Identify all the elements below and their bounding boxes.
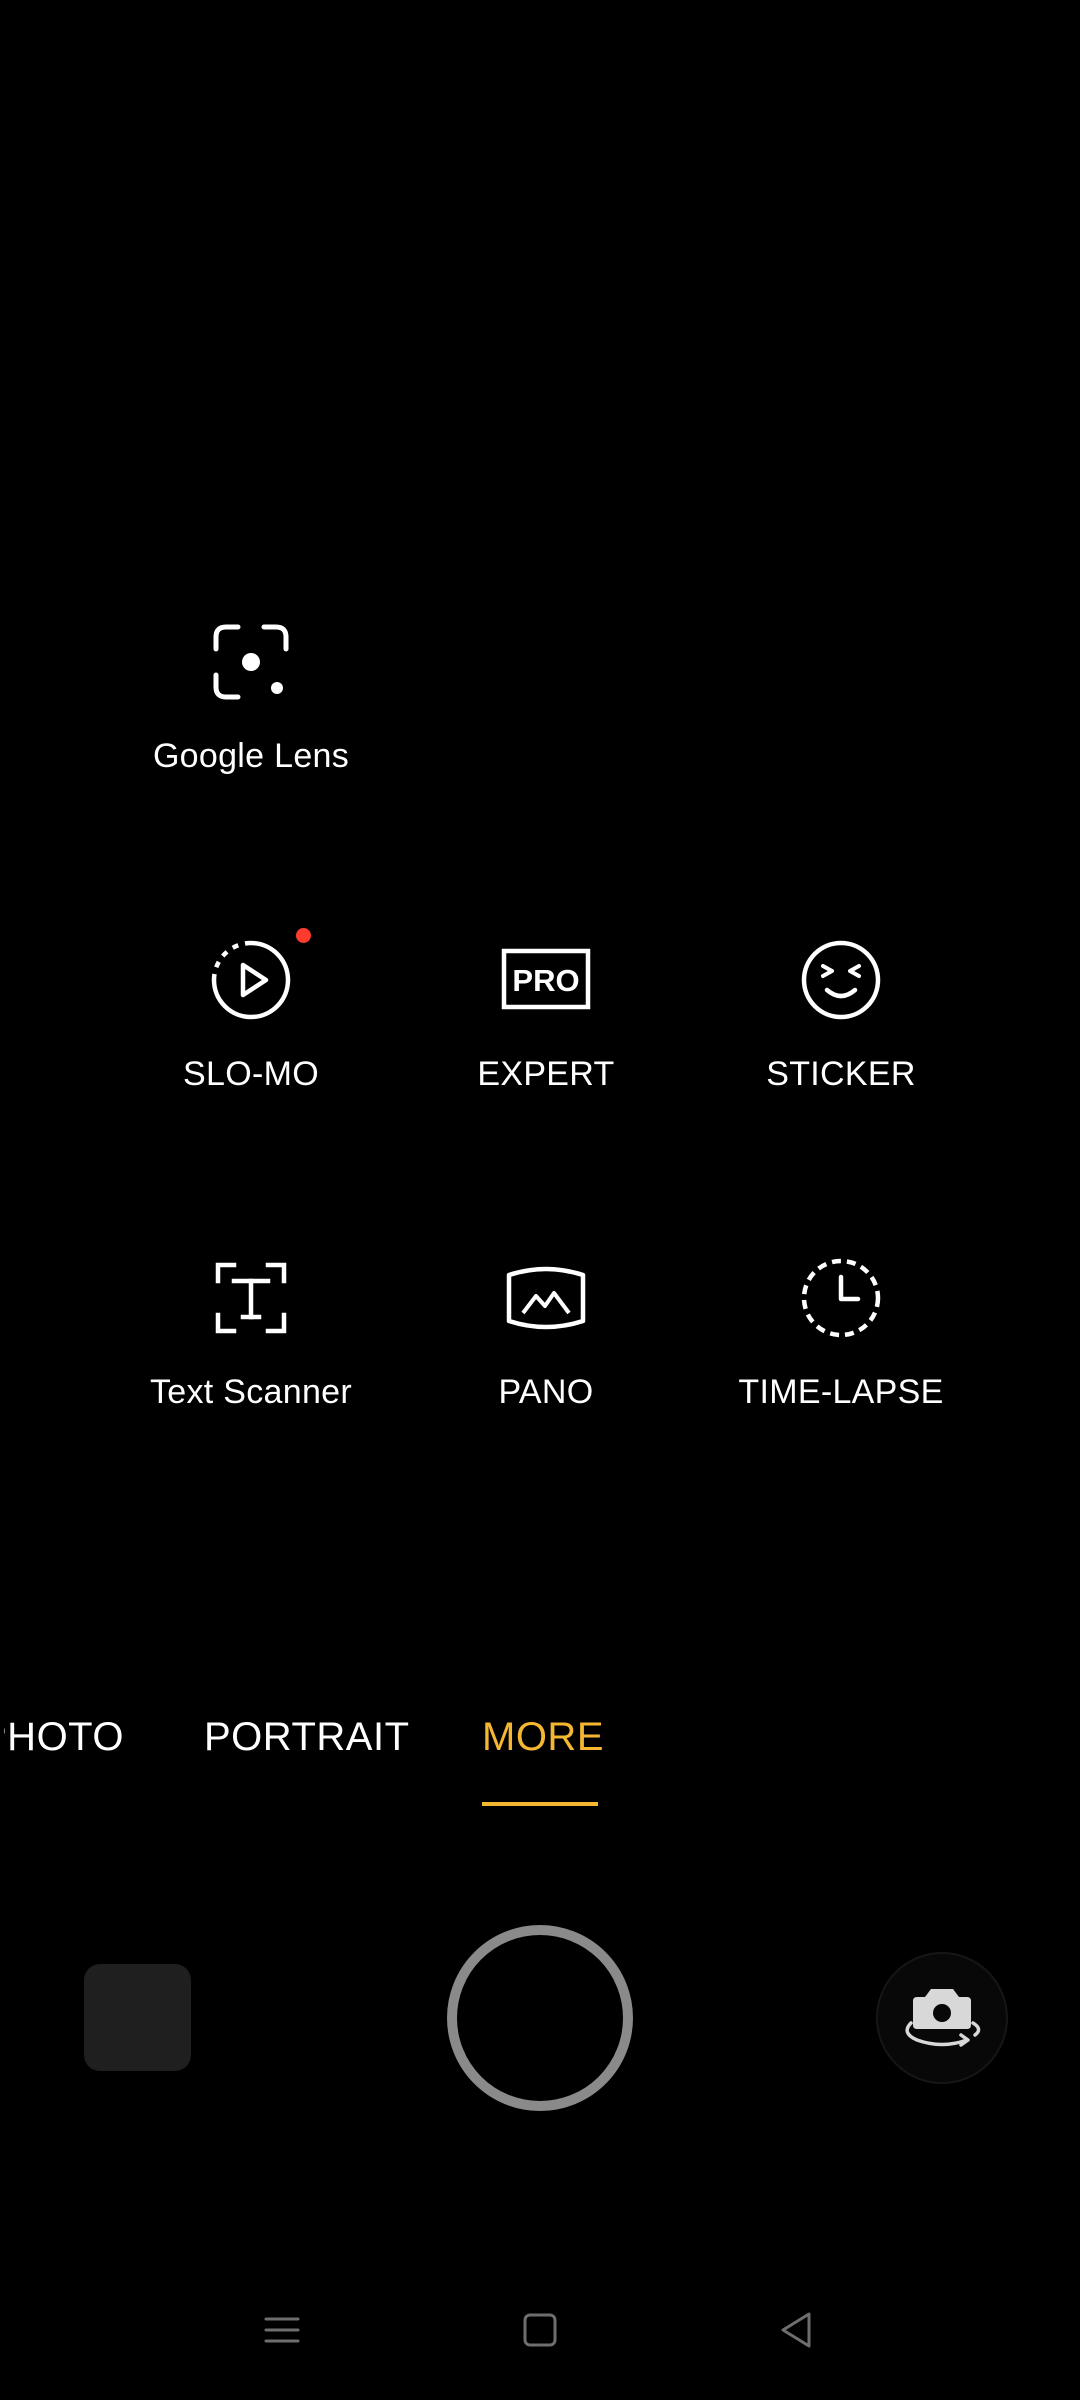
pano-icon: [501, 1253, 591, 1343]
mode-label: PANO: [498, 1373, 594, 1411]
mode-label: TIME-LAPSE: [738, 1373, 944, 1411]
mode-label: SLO-MO: [183, 1055, 319, 1093]
mode-label: STICKER: [766, 1055, 916, 1093]
mode-sticker[interactable]: STICKER: [701, 935, 981, 1094]
mode-slo-mo[interactable]: SLO-MO: [111, 928, 391, 1094]
mode-label: Text Scanner: [149, 1373, 353, 1411]
text-scanner-icon: [206, 1253, 296, 1343]
mode-text-scanner[interactable]: Text Scanner: [111, 1253, 391, 1412]
camera-flip-icon: [905, 1989, 981, 2047]
pro-icon: PRO: [501, 935, 591, 1025]
nav-home-button[interactable]: [510, 2300, 570, 2360]
nav-back-button[interactable]: [766, 2300, 826, 2360]
nav-menu-button[interactable]: [252, 2300, 312, 2360]
mode-tab-portrait[interactable]: PORTRAIT: [204, 1715, 410, 1760]
mode-label: EXPERT: [477, 1055, 615, 1093]
svg-text:PRO: PRO: [512, 963, 579, 998]
slo-mo-icon: [206, 928, 311, 1025]
sticker-icon: [796, 935, 886, 1025]
home-icon: [523, 2313, 557, 2347]
gallery-thumbnail[interactable]: [84, 1964, 191, 2071]
google-lens-icon: [206, 617, 296, 707]
mode-label: Google Lens: [152, 737, 350, 775]
mode-time-lapse[interactable]: TIME-LAPSE: [701, 1253, 981, 1412]
shutter-button[interactable]: [447, 1925, 633, 2111]
mode-pano[interactable]: PANO: [406, 1253, 686, 1412]
mode-google-lens[interactable]: Google Lens: [111, 617, 391, 776]
menu-icon: [264, 2317, 300, 2343]
mode-expert[interactable]: PRO EXPERT: [406, 935, 686, 1094]
new-badge: [296, 928, 311, 943]
mode-tab-photo[interactable]: PHOTO: [4, 1715, 124, 1760]
active-tab-indicator: [482, 1802, 598, 1806]
back-icon: [781, 2312, 811, 2348]
mode-tab-more[interactable]: MORE: [482, 1715, 604, 1760]
time-lapse-icon: [796, 1253, 886, 1343]
camera-flip-button[interactable]: [876, 1952, 1008, 2084]
camera-mode-strip: PHOTO PORTRAIT MORE: [0, 1715, 1080, 1806]
